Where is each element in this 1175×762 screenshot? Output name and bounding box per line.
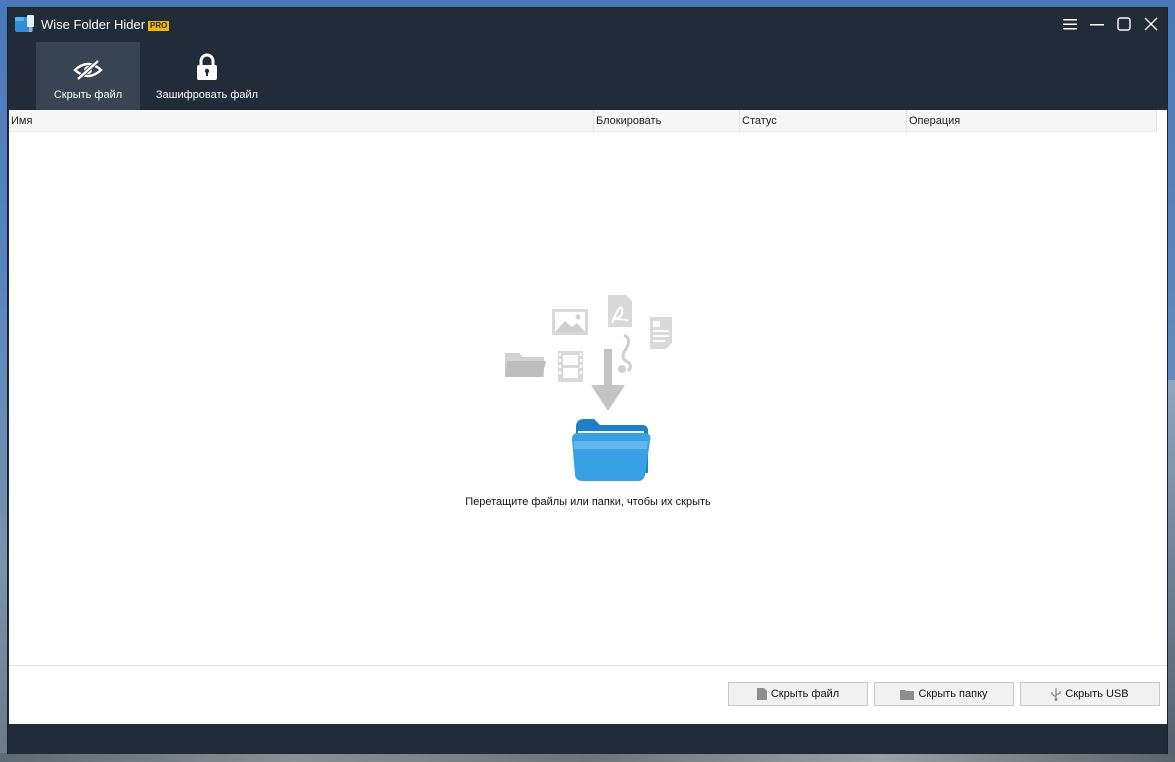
maximize-icon xyxy=(1117,17,1131,31)
tab-encrypt-file-label: Зашифровать файл xyxy=(155,89,259,101)
folder-icon xyxy=(900,689,915,700)
hide-usb-button-label: Скрыть USB xyxy=(1065,688,1129,700)
app-title: Wise Folder Hider xyxy=(41,17,146,32)
music-note-icon xyxy=(618,333,633,373)
lock-icon xyxy=(196,49,218,81)
hide-usb-button[interactable]: Скрыть USB xyxy=(1020,682,1160,706)
close-icon xyxy=(1144,17,1158,31)
hide-file-button[interactable]: Скрыть файл xyxy=(728,682,868,706)
drop-illustration xyxy=(502,295,672,495)
app-window: Wise Folder Hider PRO Скрыть файл Зашифр… xyxy=(7,7,1168,754)
drop-hint-text: Перетащите файлы или папки, чтобы их скр… xyxy=(465,496,711,508)
usb-icon xyxy=(1051,687,1062,701)
column-header-operation[interactable]: Операция xyxy=(907,110,1157,131)
table-header: Имя Блокировать Статус Операция xyxy=(9,110,1157,132)
eye-slash-icon xyxy=(73,49,103,81)
column-header-name[interactable]: Имя xyxy=(9,110,594,131)
column-header-lock[interactable]: Блокировать xyxy=(594,110,740,131)
menu-button[interactable] xyxy=(1059,14,1081,34)
image-icon xyxy=(552,309,588,335)
pro-badge: PRO xyxy=(148,21,170,31)
desktop-background-strip xyxy=(0,753,1175,762)
main-content: Имя Блокировать Статус Операция Перетащи… xyxy=(9,110,1167,725)
minimize-icon xyxy=(1090,24,1104,26)
document-icon xyxy=(650,317,672,349)
drop-zone[interactable]: Перетащите файлы или папки, чтобы их скр… xyxy=(9,132,1167,664)
close-button[interactable] xyxy=(1140,14,1162,34)
file-icon xyxy=(756,688,767,700)
film-icon xyxy=(558,351,583,382)
minimize-button[interactable] xyxy=(1086,14,1108,34)
tab-encrypt-file[interactable]: Зашифровать файл xyxy=(148,42,266,110)
action-bar: Скрыть файл Скрыть папку Скрыть USB xyxy=(9,665,1167,725)
title-bar: Wise Folder Hider PRO xyxy=(8,8,1167,40)
status-bar xyxy=(8,724,1167,754)
hide-file-button-label: Скрыть файл xyxy=(770,688,840,700)
desktop-background-edge xyxy=(1167,380,1175,762)
hide-folder-button[interactable]: Скрыть папку xyxy=(874,682,1014,706)
pdf-icon xyxy=(608,295,632,327)
maximize-button[interactable] xyxy=(1113,14,1135,34)
hamburger-icon xyxy=(1063,19,1077,30)
arrow-down-icon xyxy=(591,349,625,411)
column-header-status[interactable]: Статус xyxy=(740,110,907,131)
tab-hide-file-label: Скрыть файл xyxy=(53,89,123,101)
hide-folder-button-label: Скрыть папку xyxy=(918,688,988,700)
app-logo-icon xyxy=(14,14,36,34)
folder-gray-icon xyxy=(505,353,546,377)
tab-hide-file[interactable]: Скрыть файл xyxy=(36,42,140,110)
folder-blue-icon xyxy=(572,419,651,481)
